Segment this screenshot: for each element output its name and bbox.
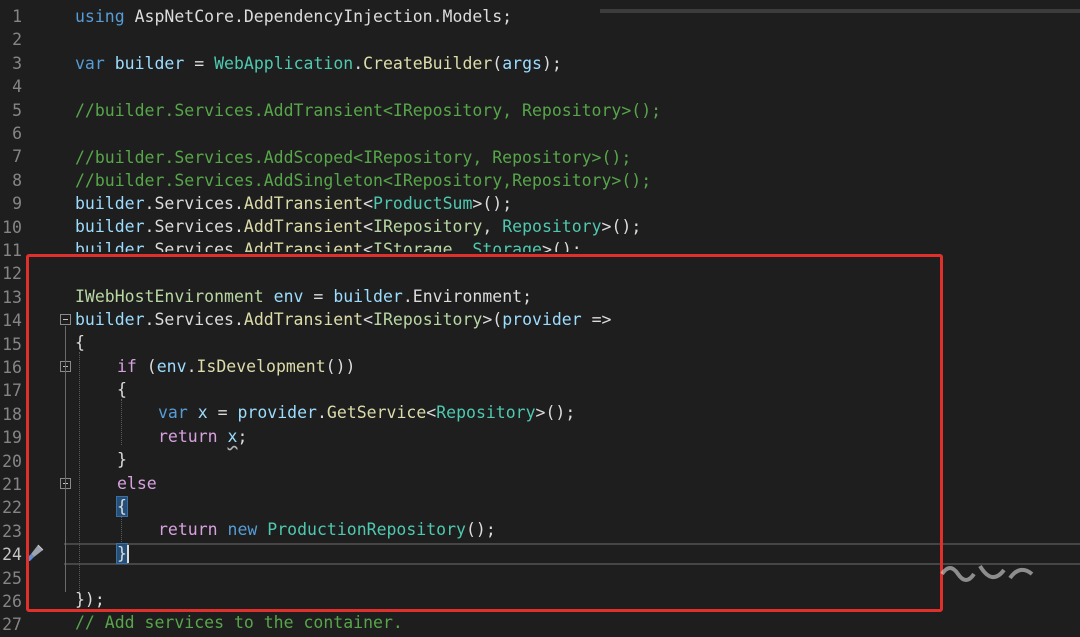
angle: < <box>363 194 374 213</box>
line-number: 20 <box>2 451 22 471</box>
member-access: .Services. <box>144 217 244 236</box>
line-number: 19 <box>2 428 22 448</box>
class-name: Repository <box>502 217 602 236</box>
keyword-using: using <box>75 7 125 26</box>
line-number: 6 <box>12 124 22 143</box>
line-number: 1 <box>12 7 22 26</box>
code-line-5[interactable]: //builder.Services.AddTransient<IReposit… <box>75 99 661 122</box>
call-end: >(); <box>601 217 642 236</box>
line-number: 26 <box>2 592 22 611</box>
call-end: >(); <box>472 194 513 213</box>
comma: , <box>452 240 473 252</box>
variable-builder: builder <box>75 240 145 252</box>
operator: = <box>184 54 215 73</box>
member-access: .Services. <box>144 194 244 213</box>
line-number: 22 <box>2 498 22 518</box>
line-number: 10 <box>2 217 22 237</box>
code-line-10[interactable]: builder.Services.AddTransient<IRepositor… <box>75 215 641 238</box>
watermark-logo <box>940 560 1040 588</box>
class-name: WebApplication <box>214 54 354 73</box>
code-line-9[interactable]: builder.Services.AddTransient<ProductSum… <box>75 192 512 215</box>
variable-builder: builder <box>114 54 185 73</box>
line-number: 23 <box>2 521 22 541</box>
variable-builder: builder <box>75 217 145 236</box>
line-number: 24 <box>2 545 22 565</box>
namespace-text: AspNetCore.DependencyInjection.Models; <box>124 7 513 26</box>
line-number: 2 <box>12 30 22 50</box>
angle: < <box>363 240 374 252</box>
code-line-3[interactable]: var builder = WebApplication.CreateBuild… <box>75 52 562 75</box>
method-name: AddTransient <box>243 240 364 252</box>
angle: < <box>363 217 374 236</box>
interface-name: IStorage <box>373 240 453 252</box>
variable-builder: builder <box>75 194 145 213</box>
method-name: CreateBuilder <box>363 54 493 73</box>
line-number: 18 <box>2 404 22 424</box>
line-number: 16 <box>2 358 22 377</box>
line-number: 27 <box>2 615 22 635</box>
dot: . <box>353 54 364 73</box>
line-number: 11 <box>2 241 22 260</box>
line-number: 9 <box>12 194 22 214</box>
class-name: Storage <box>472 240 542 252</box>
line-number: 17 <box>2 381 22 401</box>
line-number: 14 <box>2 311 22 331</box>
paren: ); <box>541 54 562 73</box>
line-number: 8 <box>12 170 22 190</box>
line-number: 15 <box>2 334 22 354</box>
interface-name: IRepository <box>373 217 483 236</box>
line-number: 5 <box>12 100 22 120</box>
line-number: 21 <box>2 475 22 494</box>
comma: , <box>482 217 503 236</box>
line-number: 4 <box>12 77 22 97</box>
line-number: 25 <box>2 568 22 588</box>
method-name: AddTransient <box>243 194 364 213</box>
line-number: 7 <box>12 147 22 167</box>
code-line-8[interactable]: //builder.Services.AddSingleton<IReposit… <box>75 169 651 192</box>
keyword-var: var <box>75 54 105 73</box>
line-number: 13 <box>2 287 22 307</box>
code-line-7[interactable]: //builder.Services.AddScoped<IRepository… <box>75 146 631 169</box>
member-access: .Services. <box>144 240 244 252</box>
paren: ( <box>492 54 503 73</box>
method-name: AddTransient <box>243 217 364 236</box>
annotation-highlight-box <box>26 254 943 612</box>
line-number: 3 <box>12 53 22 73</box>
call-end: >(); <box>541 240 582 252</box>
variable-args: args <box>502 54 542 73</box>
class-name: ProductSum <box>373 194 473 213</box>
line-number: 12 <box>2 264 22 284</box>
code-line-11[interactable]: builder.Services.AddTransient<IStorage, … <box>75 238 582 252</box>
code-line-1[interactable]: using AspNetCore.DependencyInjection.Mod… <box>75 5 512 28</box>
